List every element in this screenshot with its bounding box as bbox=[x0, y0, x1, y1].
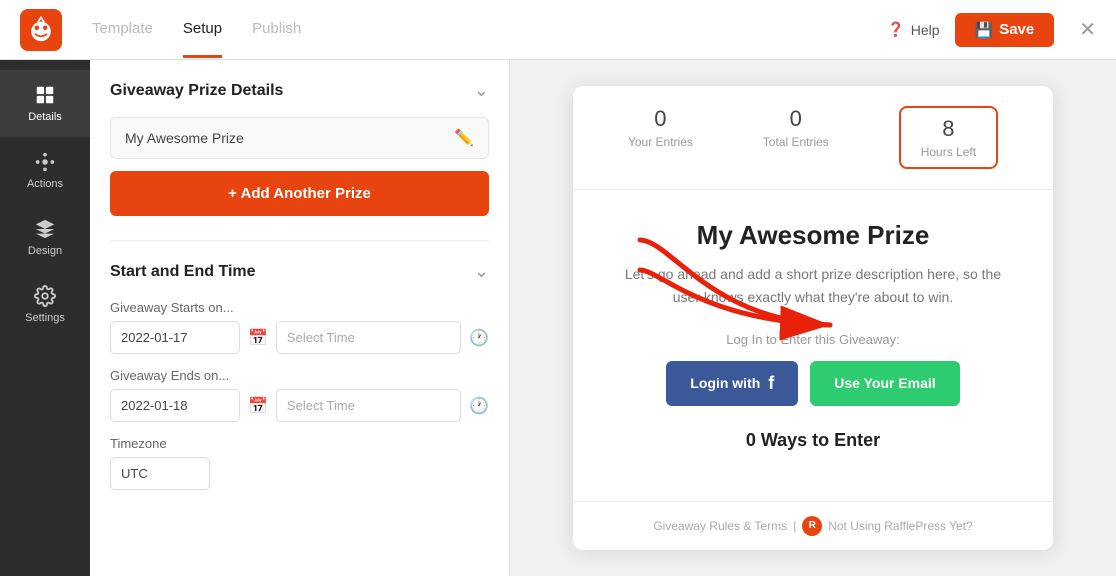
start-date-inputs: 📅 Select Time 🕐 bbox=[110, 321, 489, 354]
end-calendar-icon[interactable]: 📅 bbox=[248, 396, 268, 416]
start-date-row: Giveaway Starts on... 📅 Select Time 🕐 bbox=[110, 300, 489, 354]
help-label: Help bbox=[911, 22, 940, 38]
end-date-inputs: 📅 Select Time 🕐 bbox=[110, 389, 489, 422]
total-entries-stat: 0 Total Entries bbox=[763, 106, 829, 169]
giveaway-rules-link[interactable]: Giveaway Rules & Terms bbox=[653, 519, 787, 533]
preview-prize-desc: Let's go ahead and add a short prize des… bbox=[613, 263, 1013, 308]
right-panel: 0 Your Entries 0 Total Entries 8 Hours L… bbox=[510, 60, 1116, 576]
sidebar: Details Actions Design Settings bbox=[0, 60, 90, 576]
starts-label: Giveaway Starts on... bbox=[110, 300, 489, 315]
add-prize-button[interactable]: + Add Another Prize bbox=[110, 171, 489, 216]
facebook-icon: f bbox=[768, 373, 774, 394]
sidebar-item-design[interactable]: Design bbox=[0, 204, 90, 271]
your-entries-count: 0 bbox=[628, 106, 693, 132]
sidebar-item-actions[interactable]: Actions bbox=[0, 137, 90, 204]
start-clock-icon[interactable]: 🕐 bbox=[469, 328, 489, 348]
tab-template[interactable]: Template bbox=[92, 2, 153, 58]
fb-label: Login with bbox=[690, 375, 760, 391]
end-date-input[interactable] bbox=[110, 389, 240, 422]
footer-separator: | bbox=[793, 519, 796, 533]
top-bar: Template Setup Publish ❓ Help 💾 Save ✕ bbox=[0, 0, 1116, 60]
preview-prize-title: My Awesome Prize bbox=[613, 220, 1013, 251]
time-chevron-icon[interactable]: ⌄ bbox=[474, 261, 489, 282]
start-time-select[interactable]: Select Time bbox=[276, 321, 461, 354]
end-date-row: Giveaway Ends on... 📅 Select Time 🕐 bbox=[110, 368, 489, 422]
sidebar-design-label: Design bbox=[28, 245, 62, 257]
timezone-input[interactable] bbox=[110, 457, 210, 490]
close-button[interactable]: ✕ bbox=[1079, 17, 1096, 42]
facebook-login-button[interactable]: Login with f bbox=[666, 361, 798, 406]
preview-stats: 0 Your Entries 0 Total Entries 8 Hours L… bbox=[573, 86, 1053, 190]
preview-footer: Giveaway Rules & Terms | R Not Using Raf… bbox=[573, 501, 1053, 550]
timezone-row: Timezone bbox=[110, 436, 489, 490]
time-section-header: Start and End Time ⌄ bbox=[110, 261, 489, 282]
end-clock-icon[interactable]: 🕐 bbox=[469, 396, 489, 416]
prize-name-label: My Awesome Prize bbox=[125, 130, 244, 146]
main-content: Details Actions Design Settings bbox=[0, 60, 1116, 576]
preview-card: 0 Your Entries 0 Total Entries 8 Hours L… bbox=[573, 86, 1053, 550]
rafflpress-logo-icon: R bbox=[802, 516, 822, 536]
edit-prize-icon[interactable]: ✏️ bbox=[454, 128, 474, 148]
hours-left-label: Hours Left bbox=[921, 145, 976, 159]
save-button[interactable]: 💾 Save bbox=[955, 13, 1055, 47]
tab-publish[interactable]: Publish bbox=[252, 2, 301, 58]
sidebar-details-label: Details bbox=[28, 111, 62, 123]
total-entries-label: Total Entries bbox=[763, 135, 829, 149]
help-icon: ❓ bbox=[887, 21, 904, 38]
save-label: Save bbox=[999, 21, 1034, 38]
login-prompt: Log In to Enter this Giveaway: bbox=[613, 332, 1013, 347]
start-calendar-icon[interactable]: 📅 bbox=[248, 328, 268, 348]
left-panel: Giveaway Prize Details ⌄ My Awesome Priz… bbox=[90, 60, 510, 576]
hours-left-stat: 8 Hours Left bbox=[899, 106, 998, 169]
start-date-input[interactable] bbox=[110, 321, 240, 354]
save-icon: 💾 bbox=[975, 21, 994, 39]
not-using-link[interactable]: Not Using RafflePress Yet? bbox=[828, 519, 973, 533]
tab-setup[interactable]: Setup bbox=[183, 2, 222, 58]
sidebar-item-details[interactable]: Details bbox=[0, 70, 90, 137]
preview-body: My Awesome Prize Let's go ahead and add … bbox=[573, 190, 1053, 501]
prize-item: My Awesome Prize ✏️ bbox=[110, 117, 489, 159]
nav-tabs: Template Setup Publish bbox=[92, 2, 887, 58]
sidebar-item-settings[interactable]: Settings bbox=[0, 271, 90, 338]
prize-section-title: Giveaway Prize Details bbox=[110, 82, 283, 100]
top-bar-actions: ❓ Help 💾 Save ✕ bbox=[887, 13, 1096, 47]
logo-icon bbox=[20, 9, 62, 51]
hours-left-count: 8 bbox=[921, 116, 976, 142]
your-entries-label: Your Entries bbox=[628, 135, 693, 149]
time-section-title: Start and End Time bbox=[110, 263, 256, 281]
ends-label: Giveaway Ends on... bbox=[110, 368, 489, 383]
time-section: Start and End Time ⌄ Giveaway Starts on.… bbox=[110, 261, 489, 490]
email-label: Use Your Email bbox=[834, 375, 935, 391]
end-time-select[interactable]: Select Time bbox=[276, 389, 461, 422]
add-prize-label: + Add Another Prize bbox=[228, 185, 371, 202]
section-divider bbox=[110, 240, 489, 241]
sidebar-actions-label: Actions bbox=[27, 178, 63, 190]
sidebar-settings-label: Settings bbox=[25, 312, 65, 324]
ways-to-enter: 0 Ways to Enter bbox=[613, 430, 1013, 451]
prize-section-header: Giveaway Prize Details ⌄ bbox=[110, 80, 489, 101]
login-buttons: Login with f Use Your Email bbox=[613, 361, 1013, 406]
your-entries-stat: 0 Your Entries bbox=[628, 106, 693, 169]
help-button[interactable]: ❓ Help bbox=[887, 21, 939, 38]
email-login-button[interactable]: Use Your Email bbox=[810, 361, 959, 406]
prize-chevron-icon[interactable]: ⌄ bbox=[474, 80, 489, 101]
total-entries-count: 0 bbox=[763, 106, 829, 132]
timezone-label: Timezone bbox=[110, 436, 489, 451]
